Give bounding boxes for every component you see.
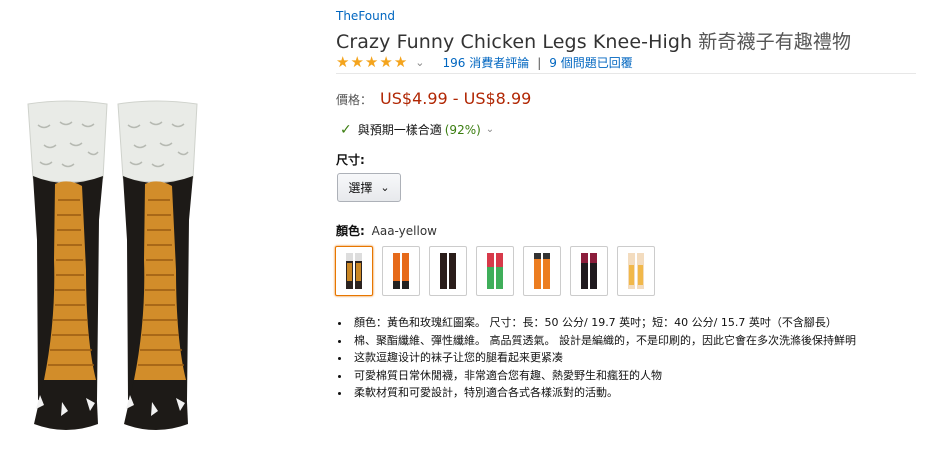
swatch-cream[interactable] — [617, 246, 655, 296]
star-icon: ★ — [393, 53, 408, 71]
fit-percentage: (92%) — [444, 122, 481, 137]
bullet-item: 这款逗趣设计的袜子让您的腿看起来更紧凑 — [351, 349, 916, 367]
chevron-down-icon[interactable]: ⌄ — [415, 56, 424, 69]
bullet-item: 顏色：黃色和玫瑰紅圖案。 尺寸：長：50 公分/ 19.7 英吋；短：40 公分… — [351, 314, 916, 332]
product-main-image[interactable] — [0, 0, 330, 456]
swatch-yellow[interactable] — [335, 246, 373, 296]
title-english: Crazy Funny Chicken Legs Knee-High — [336, 31, 693, 53]
separator: | — [537, 55, 542, 70]
check-icon: ✓ — [340, 121, 352, 138]
rating-row: ★ ★ ★ ★ ★ ⌄ 196 消費者評論 | 9 個問題已回覆 — [336, 54, 633, 71]
reviews-link[interactable]: 196 消費者評論 — [442, 54, 529, 71]
price-row: 價格： US$4.99 - US$8.99 — [336, 89, 531, 108]
brand-link[interactable]: TheFound — [336, 9, 395, 23]
chevron-down-icon: ⌄ — [380, 181, 390, 194]
size-select-text: 選擇 — [348, 181, 373, 195]
star-icon: ★ — [350, 53, 364, 71]
bullet-item: 棉、聚酯纖維、彈性纖維。 高品質透氣。 設計是編織的，不是印刷的，因此它會在多次… — [351, 332, 916, 350]
price-label: 價格： — [336, 93, 373, 107]
size-select[interactable]: 選擇 ⌄ — [337, 173, 401, 202]
size-label: 尺寸: — [336, 153, 365, 167]
color-label-row: 顏色: Aaa-yellow — [336, 222, 437, 239]
bullet-item: 柔軟材質和可愛設計，特別適合各式各樣派對的活動。 — [351, 384, 916, 402]
swatch-green-red[interactable] — [476, 246, 514, 296]
fit-text: 與預期一樣合適 — [357, 123, 442, 137]
bullet-item: 可愛棉質日常休閒襪，非常適合您有趣、熱愛野生和瘋狂的人物 — [351, 367, 916, 385]
star-icon: ★ — [364, 53, 379, 71]
swatch-orange[interactable] — [523, 246, 561, 296]
price-value: US$4.99 - US$8.99 — [380, 89, 532, 108]
swatch-maroon-black[interactable] — [570, 246, 608, 296]
color-swatches — [335, 246, 655, 296]
fit-row[interactable]: ✓ 與預期一樣合適 (92%) ⌄ — [340, 121, 494, 138]
swatch-black[interactable] — [429, 246, 467, 296]
divider — [336, 73, 916, 74]
swatch-orange-black[interactable] — [382, 246, 420, 296]
star-rating[interactable]: ★ ★ ★ ★ ★ — [336, 55, 407, 70]
color-label: 顏色: — [336, 224, 365, 238]
questions-link[interactable]: 9 個問題已回覆 — [549, 54, 632, 71]
star-icon: ★ — [336, 53, 350, 71]
chevron-down-icon[interactable]: ⌄ — [486, 124, 494, 135]
title-chinese: 新奇襪子有趣禮物 — [698, 31, 852, 53]
color-value: Aaa-yellow — [371, 224, 437, 238]
feature-bullets: 顏色：黃色和玫瑰紅圖案。 尺寸：長：50 公分/ 19.7 英吋；短：40 公分… — [336, 314, 916, 402]
product-title: Crazy Funny Chicken Legs Knee-High 新奇襪子有… — [336, 27, 851, 54]
star-icon: ★ — [379, 53, 393, 71]
